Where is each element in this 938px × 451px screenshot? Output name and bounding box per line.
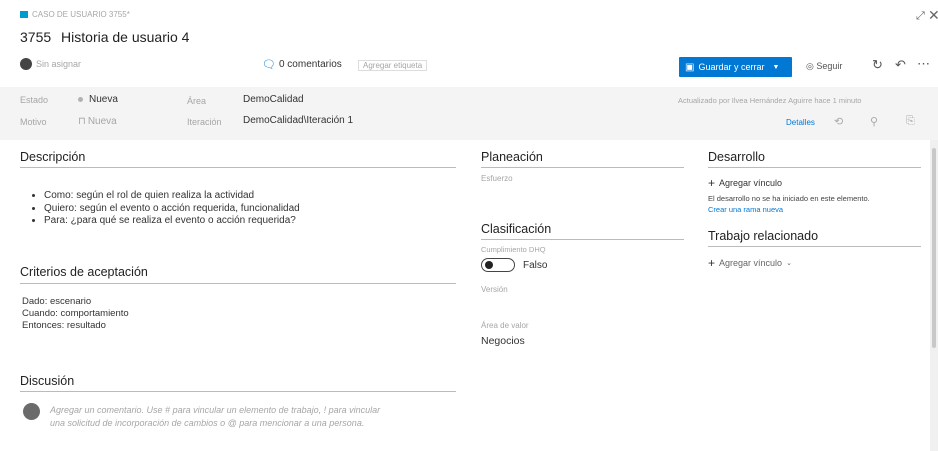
expand-icon[interactable]: ⤢ xyxy=(916,10,925,23)
attachment-icon[interactable]: ⎘ xyxy=(906,115,915,128)
user-avatar-icon xyxy=(20,58,32,70)
save-and-close-button[interactable]: ▣ Guardar y cerrar ▼ xyxy=(679,57,792,77)
add-development-link[interactable]: + Agregar vínculo xyxy=(708,176,782,190)
follow-icon: ◎ xyxy=(806,61,814,71)
planning-divider xyxy=(481,167,684,168)
iteration-dropdown[interactable]: DemoCalidad\Iteración 1 xyxy=(243,115,353,126)
description-divider xyxy=(20,167,456,168)
lock-icon: ⊓ xyxy=(78,116,86,127)
compliance-toggle[interactable] xyxy=(481,258,515,272)
add-related-link[interactable]: + Agregar vínculo ⌄ xyxy=(708,256,792,270)
scrollbar-thumb[interactable] xyxy=(932,148,936,348)
value-area-dropdown[interactable]: Negocios xyxy=(481,335,525,347)
reason-dropdown[interactable]: ⊓ Nueva xyxy=(78,116,117,127)
acceptance-line: Cuando: comportamiento xyxy=(22,308,129,319)
development-info: El desarrollo no se ha iniciado en este … xyxy=(708,194,870,203)
acceptance-editor[interactable]: Dado: escenario Cuando: comportamiento E… xyxy=(22,296,129,332)
add-tag-button[interactable]: Agregar etiqueta xyxy=(358,60,428,71)
release-label: Versión xyxy=(481,285,508,294)
tab-details[interactable]: Detalles xyxy=(786,118,815,127)
compliance-label: Cumplimiento DHQ xyxy=(481,245,546,254)
updated-info[interactable]: Actualizado por Ilvea Hernández Aguirre … xyxy=(678,96,933,105)
assignee-field[interactable]: Sin asignar xyxy=(20,58,81,70)
plus-icon: + xyxy=(708,176,716,190)
planning-title: Planeación xyxy=(481,150,543,164)
reason-label: Motivo xyxy=(20,117,47,127)
chevron-down-icon: ⌄ xyxy=(786,260,792,267)
refresh-icon[interactable]: ↻ xyxy=(872,57,883,73)
state-dot-icon xyxy=(78,97,83,102)
classification-divider xyxy=(481,239,684,240)
work-item-type: CASO DE USUARIO 3755* xyxy=(20,10,130,19)
state-dropdown[interactable]: Nueva xyxy=(78,94,118,105)
acceptance-title: Criterios de aceptación xyxy=(20,265,148,279)
development-title: Desarrollo xyxy=(708,150,765,164)
classification-title: Clasificación xyxy=(481,222,552,236)
area-dropdown[interactable]: DemoCalidad xyxy=(243,94,304,105)
work-item-id: 3755 xyxy=(20,29,52,45)
discussion-title: Discusión xyxy=(20,374,75,388)
discussion-divider xyxy=(20,391,456,392)
related-work-divider xyxy=(708,246,921,247)
acceptance-divider xyxy=(20,283,456,284)
avatar xyxy=(23,403,40,420)
list-item: Como: según el rol de quien realiza la a… xyxy=(44,190,462,201)
effort-input[interactable] xyxy=(481,185,631,198)
comments-link[interactable]: 🗨 0 comentarios xyxy=(262,58,342,71)
development-divider xyxy=(708,167,921,168)
chevron-down-icon[interactable]: ▼ xyxy=(772,64,779,71)
undo-icon[interactable]: ↶ xyxy=(895,57,906,73)
work-item-title[interactable]: Historia de usuario 4 xyxy=(61,29,189,45)
create-branch-link[interactable]: Crear una rama nueva xyxy=(708,205,783,214)
follow-button[interactable]: ◎ Seguir xyxy=(806,61,842,72)
description-editor[interactable]: Como: según el rol de quien realiza la a… xyxy=(22,190,462,228)
release-input[interactable] xyxy=(481,297,631,310)
related-work-title: Trabajo relacionado xyxy=(708,229,819,243)
plus-icon: + xyxy=(708,256,716,270)
compliance-toggle-row[interactable]: Falso xyxy=(481,258,547,272)
close-icon[interactable]: ✕ xyxy=(928,7,938,24)
acceptance-line: Dado: escenario xyxy=(22,296,92,307)
history-icon[interactable]: ⟲ xyxy=(834,115,843,128)
iteration-label: Iteración xyxy=(187,117,222,127)
comment-icon: 🗨 xyxy=(262,59,276,71)
list-item: Quiero: según el evento o acción requeri… xyxy=(44,203,462,214)
description-title: Descripción xyxy=(20,150,86,164)
effort-label: Esfuerzo xyxy=(481,174,513,183)
user-story-icon xyxy=(20,11,28,19)
links-icon[interactable]: ⚲ xyxy=(870,115,878,128)
work-item-title-row[interactable]: 3755 Historia de usuario 4 xyxy=(20,29,189,45)
state-label: Estado xyxy=(20,95,49,105)
area-label: Área xyxy=(187,96,207,106)
comment-input[interactable]: Agregar un comentario. Use # para vincul… xyxy=(50,404,380,430)
save-icon: ▣ xyxy=(685,61,695,73)
more-actions-icon[interactable]: ⋯ xyxy=(917,56,930,72)
work-item-fields-bar xyxy=(0,87,938,140)
acceptance-line: Entonces: resultado xyxy=(22,320,106,331)
list-item: Para: ¿para qué se realiza el evento o a… xyxy=(44,215,462,226)
value-area-label: Área de valor xyxy=(481,321,529,330)
